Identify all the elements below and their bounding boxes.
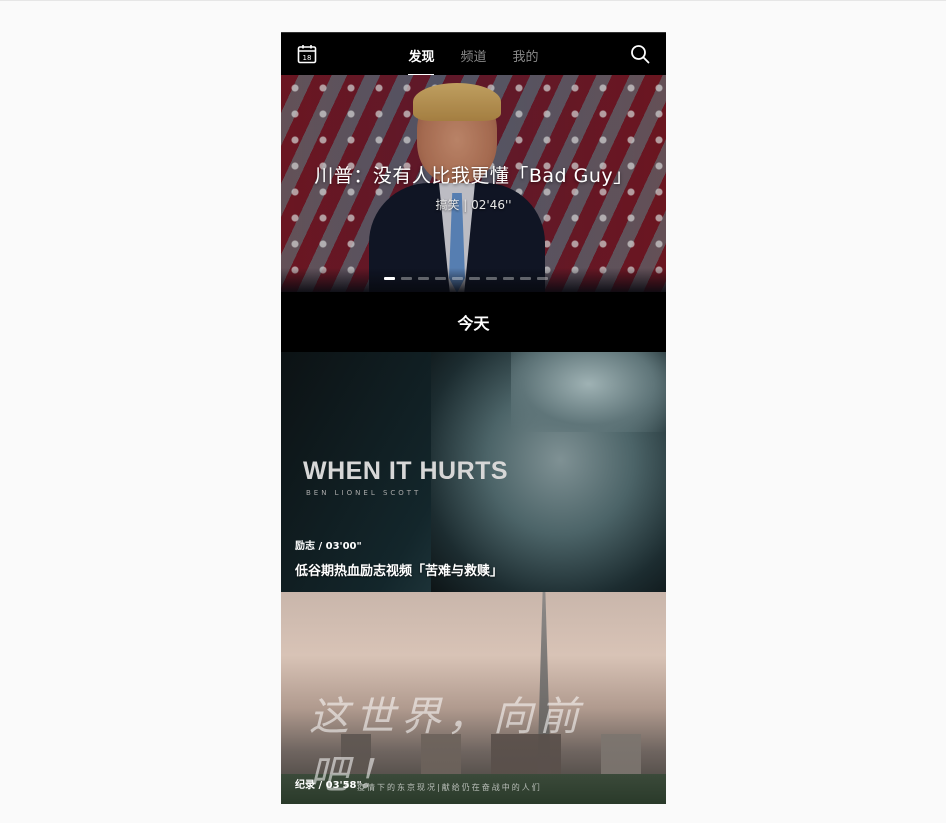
poster-title: WHEN IT HURTS [303,457,509,485]
tab-discover[interactable]: 发现 [408,33,435,76]
poster-subtitle: 疫情下的东京现况|献给仍在奋战中的人们 [357,783,542,792]
carousel-dot[interactable] [486,277,497,280]
hero-title: 川普：没有人比我更懂「Bad Guy」 [314,165,633,187]
carousel-dot[interactable] [384,277,395,280]
carousel-dot[interactable] [418,277,429,280]
section-title: 今天 [281,292,666,352]
carousel-dot[interactable] [401,277,412,280]
carousel-dot[interactable] [520,277,531,280]
video-meta: 励志 / 03'00" [295,541,362,552]
hero-banner[interactable]: 川普：没有人比我更懂「Bad Guy」 搞笑 | 02'46'' [281,75,666,292]
search-icon[interactable] [630,44,650,64]
tab-channels[interactable]: 频道 [460,33,486,76]
carousel-dot[interactable] [452,277,463,280]
top-bar: 18 发现 频道 我的 [281,32,666,76]
video-title: 低谷期热血励志视频「苦难与救赎」 [295,564,504,579]
carousel-indicator [384,277,548,280]
main-tabs: 发现 频道 我的 [281,33,666,76]
tab-mine[interactable]: 我的 [513,33,539,76]
hero-subtitle: 搞笑 | 02'46'' [435,198,512,212]
carousel-dot[interactable] [469,277,480,280]
carousel-dot[interactable] [503,277,514,280]
video-meta: 纪录 / 03'58" [295,780,362,791]
video-card[interactable]: WHEN IT HURTS BEN LIONEL SCOTT 励志 / 03'0… [281,352,666,592]
video-card[interactable]: 这世界，向前吧！ 纪录 / 03'58" 疫情下的东京现况|献给仍在奋战中的人们 [281,592,666,804]
app-frame: 18 发现 频道 我的 川普：没有人比我更懂「Bad Guy」 搞笑 | 02'… [281,32,666,804]
carousel-dot[interactable] [435,277,446,280]
poster-credit: BEN LIONEL SCOTT [306,489,422,497]
carousel-dot[interactable] [537,277,548,280]
